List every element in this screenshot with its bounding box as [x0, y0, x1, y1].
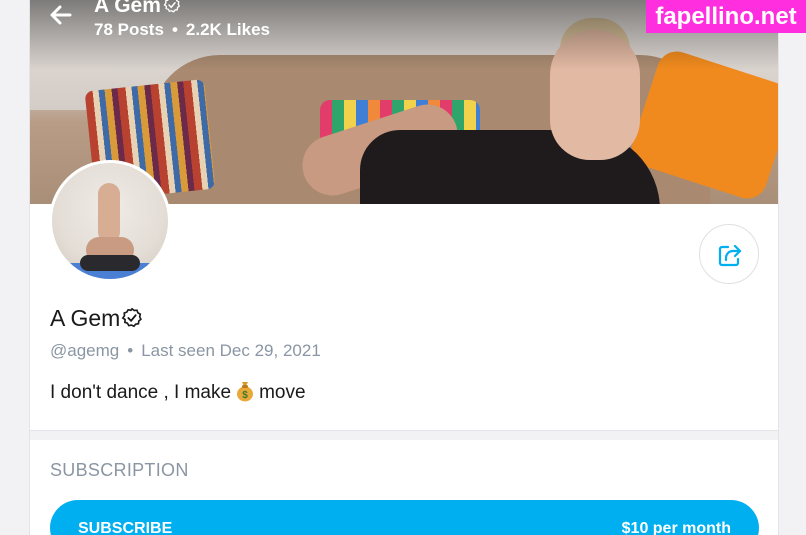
money-bag-icon: $: [237, 382, 254, 402]
section-divider: [30, 430, 778, 440]
profile-card: A Gem 78 Posts • 2.2K Likes A Gem @agemg • L…: [29, 0, 779, 535]
bio-text-start: I don't dance , I make: [50, 382, 232, 403]
profile-page: A Gem 78 Posts • 2.2K Likes A Gem @agemg • L…: [0, 0, 806, 535]
left-gutter: [0, 0, 29, 535]
verified-badge-icon: [163, 0, 181, 13]
profile-name: A Gem: [50, 305, 143, 332]
profile-handle: @agemg: [50, 341, 120, 360]
share-icon: [718, 244, 742, 267]
share-button[interactable]: [699, 224, 759, 284]
header-stats: 78 Posts • 2.2K Likes: [94, 20, 270, 40]
stats-separator: •: [171, 20, 178, 39]
header-title: A Gem: [94, 0, 181, 18]
verified-badge-icon: [121, 307, 143, 328]
bio-text-end: move: [259, 382, 306, 403]
subscribe-button[interactable]: SUBSCRIBE $10 per month: [50, 500, 759, 535]
likes-count: 2.2K Likes: [185, 20, 270, 39]
last-seen: Last seen Dec 29, 2021: [141, 341, 321, 360]
profile-bio: I don't dance , I make $ move: [50, 380, 306, 404]
subscribe-label: SUBSCRIBE: [78, 520, 173, 535]
profile-name-text: A Gem: [50, 305, 121, 331]
svg-text:$: $: [242, 390, 248, 401]
subscribe-price: $10 per month: [621, 520, 731, 535]
watermark: fapellino.net: [646, 0, 806, 33]
subscription-heading: SUBSCRIPTION: [50, 460, 189, 480]
right-gutter: [779, 0, 806, 535]
header-title-text: A Gem: [94, 0, 161, 17]
handle-row: @agemg • Last seen Dec 29, 2021: [50, 341, 321, 361]
back-arrow-icon[interactable]: [48, 2, 76, 30]
posts-count: 78 Posts: [94, 20, 164, 39]
handle-separator: •: [127, 341, 134, 360]
avatar[interactable]: [49, 160, 171, 282]
